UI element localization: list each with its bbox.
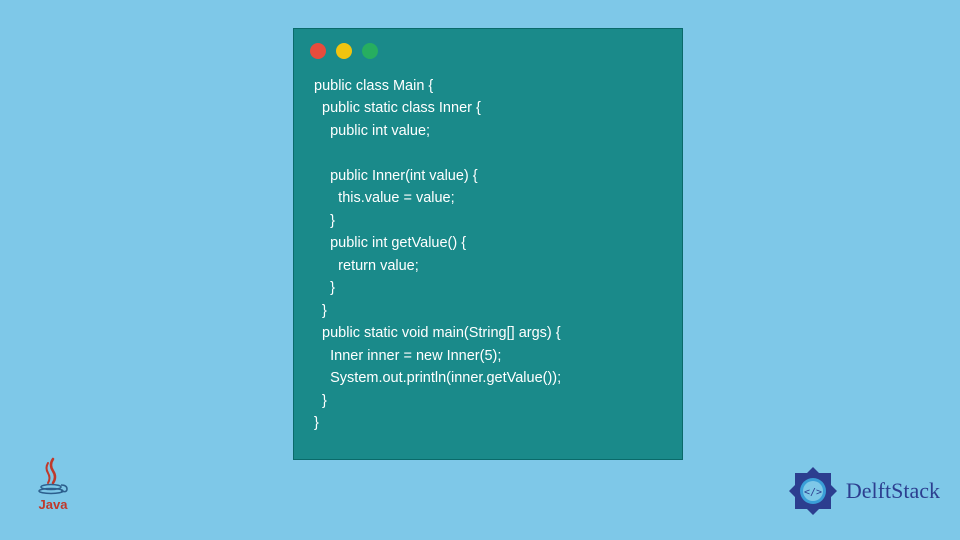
maximize-icon[interactable] <box>362 43 378 59</box>
code-window: public class Main { public static class … <box>293 28 683 460</box>
delftstack-logo: </> DelftStack <box>786 464 940 518</box>
java-cup-icon <box>37 457 69 495</box>
code-content: public class Main { public static class … <box>294 67 682 443</box>
svg-text:</>: </> <box>804 487 822 498</box>
close-icon[interactable] <box>310 43 326 59</box>
minimize-icon[interactable] <box>336 43 352 59</box>
delftstack-label: DelftStack <box>846 478 940 504</box>
java-logo: Java <box>28 457 78 522</box>
window-controls <box>294 29 682 67</box>
delftstack-icon: </> <box>786 464 840 518</box>
java-label: Java <box>39 497 68 512</box>
